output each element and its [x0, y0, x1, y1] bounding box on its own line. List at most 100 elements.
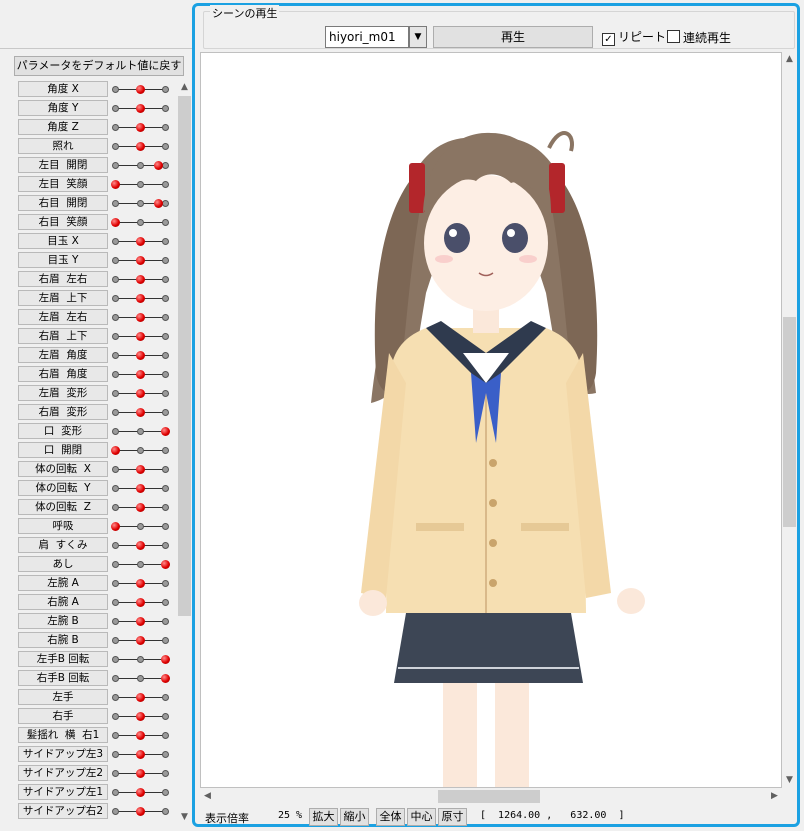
parameter-slider[interactable]: [112, 422, 170, 441]
parameter-label-button[interactable]: 肩 すくみ: [18, 537, 108, 553]
slider-value-knob[interactable]: [136, 807, 145, 816]
parameter-label-button[interactable]: 右腕 B: [18, 632, 108, 648]
checkbox-unchecked-icon[interactable]: [667, 30, 680, 43]
model-viewport[interactable]: [200, 52, 782, 788]
parameter-slider[interactable]: [112, 764, 170, 783]
parameter-label-button[interactable]: 右手B 回転: [18, 670, 108, 686]
parameter-list-scrollbar[interactable]: ▲ ▼: [177, 80, 192, 825]
parameter-label-button[interactable]: 左眉 上下: [18, 290, 108, 306]
scroll-down-icon[interactable]: ▼: [177, 810, 192, 825]
slider-value-knob[interactable]: [111, 446, 120, 455]
parameter-label-button[interactable]: サイドアップ左3: [18, 746, 108, 762]
parameter-label-button[interactable]: 左眉 変形: [18, 385, 108, 401]
parameter-slider[interactable]: [112, 251, 170, 270]
continuous-play-checkbox[interactable]: 連続再生: [667, 30, 731, 45]
parameter-slider[interactable]: [112, 308, 170, 327]
parameter-slider[interactable]: [111, 517, 170, 536]
parameter-label-button[interactable]: サイドアップ左1: [18, 784, 108, 800]
slider-value-knob[interactable]: [136, 389, 145, 398]
parameter-label-button[interactable]: 口 変形: [18, 423, 108, 439]
slider-value-knob[interactable]: [136, 256, 145, 265]
parameter-slider[interactable]: [112, 574, 170, 593]
slider-value-knob[interactable]: [111, 180, 120, 189]
slider-value-knob[interactable]: [154, 161, 163, 170]
parameter-slider[interactable]: [112, 346, 170, 365]
parameter-slider[interactable]: [112, 156, 170, 175]
parameter-slider[interactable]: [112, 137, 170, 156]
parameter-slider[interactable]: [112, 118, 170, 137]
checkbox-checked-icon[interactable]: ✓: [602, 33, 615, 46]
slider-value-knob[interactable]: [111, 522, 120, 531]
parameter-slider[interactable]: [112, 99, 170, 118]
slider-value-knob[interactable]: [136, 712, 145, 721]
slider-value-knob[interactable]: [161, 560, 170, 569]
parameter-label-button[interactable]: 体の回転 Z: [18, 499, 108, 515]
parameter-slider[interactable]: [112, 270, 170, 289]
parameter-label-button[interactable]: 右眉 左右: [18, 271, 108, 287]
parameter-slider[interactable]: [112, 688, 170, 707]
slider-value-knob[interactable]: [136, 294, 145, 303]
parameter-label-button[interactable]: 左腕 A: [18, 575, 108, 591]
slider-value-knob[interactable]: [136, 351, 145, 360]
parameter-slider[interactable]: [112, 650, 170, 669]
parameter-label-button[interactable]: 体の回転 Y: [18, 480, 108, 496]
parameter-slider[interactable]: [111, 441, 170, 460]
slider-value-knob[interactable]: [136, 313, 145, 322]
scroll-left-icon[interactable]: ◀: [200, 788, 215, 805]
parameter-label-button[interactable]: 左眉 左右: [18, 309, 108, 325]
parameter-label-button[interactable]: サイドアップ右2: [18, 803, 108, 819]
parameter-slider[interactable]: [112, 536, 170, 555]
slider-value-knob[interactable]: [136, 750, 145, 759]
parameter-label-button[interactable]: 右目 笑顔: [18, 214, 108, 230]
parameter-slider[interactable]: [112, 365, 170, 384]
slider-value-knob[interactable]: [136, 579, 145, 588]
parameter-slider[interactable]: [112, 327, 170, 346]
parameter-slider[interactable]: [112, 612, 170, 631]
scroll-up-icon[interactable]: ▲: [177, 80, 192, 95]
slider-value-knob[interactable]: [136, 123, 145, 132]
parameter-label-button[interactable]: 角度 Z: [18, 119, 108, 135]
slider-value-knob[interactable]: [136, 85, 145, 94]
slider-value-knob[interactable]: [136, 237, 145, 246]
center-button[interactable]: 中心: [407, 808, 436, 826]
parameter-label-button[interactable]: あし: [18, 556, 108, 572]
slider-value-knob[interactable]: [136, 731, 145, 740]
parameter-label-button[interactable]: 右目 開閉: [18, 195, 108, 211]
parameter-slider[interactable]: [112, 707, 170, 726]
slider-value-knob[interactable]: [136, 617, 145, 626]
viewport-horizontal-scrollbar[interactable]: ◀ ▶: [200, 788, 782, 805]
slider-value-knob[interactable]: [136, 503, 145, 512]
slider-value-knob[interactable]: [136, 408, 145, 417]
parameter-slider[interactable]: [112, 194, 170, 213]
slider-value-knob[interactable]: [161, 427, 170, 436]
slider-value-knob[interactable]: [136, 484, 145, 493]
parameter-slider[interactable]: [112, 631, 170, 650]
slider-value-knob[interactable]: [136, 104, 145, 113]
parameter-label-button[interactable]: 右眉 上下: [18, 328, 108, 344]
parameter-label-button[interactable]: 右手: [18, 708, 108, 724]
slider-value-knob[interactable]: [136, 769, 145, 778]
parameter-label-button[interactable]: 照れ: [18, 138, 108, 154]
slider-value-knob[interactable]: [136, 370, 145, 379]
slider-value-knob[interactable]: [136, 332, 145, 341]
parameter-label-button[interactable]: 左手B 回転: [18, 651, 108, 667]
parameter-slider[interactable]: [112, 80, 170, 99]
parameter-label-button[interactable]: 体の回転 X: [18, 461, 108, 477]
scroll-down-icon[interactable]: ▼: [782, 773, 797, 788]
parameter-label-button[interactable]: 目玉 Y: [18, 252, 108, 268]
parameter-label-button[interactable]: 左目 笑顔: [18, 176, 108, 192]
parameter-slider[interactable]: [112, 555, 170, 574]
parameter-label-button[interactable]: 右腕 A: [18, 594, 108, 610]
parameter-slider[interactable]: [112, 745, 170, 764]
viewport-vertical-scrollbar[interactable]: ▲ ▼: [782, 52, 797, 788]
parameter-slider[interactable]: [111, 175, 170, 194]
parameter-slider[interactable]: [112, 802, 170, 821]
slider-value-knob[interactable]: [111, 218, 120, 227]
parameter-slider[interactable]: [112, 498, 170, 517]
parameter-slider[interactable]: [112, 669, 170, 688]
parameter-slider[interactable]: [112, 289, 170, 308]
scrollbar-thumb[interactable]: [783, 317, 796, 527]
parameter-label-button[interactable]: 目玉 X: [18, 233, 108, 249]
slider-value-knob[interactable]: [136, 275, 145, 284]
parameter-label-button[interactable]: 口 開閉: [18, 442, 108, 458]
